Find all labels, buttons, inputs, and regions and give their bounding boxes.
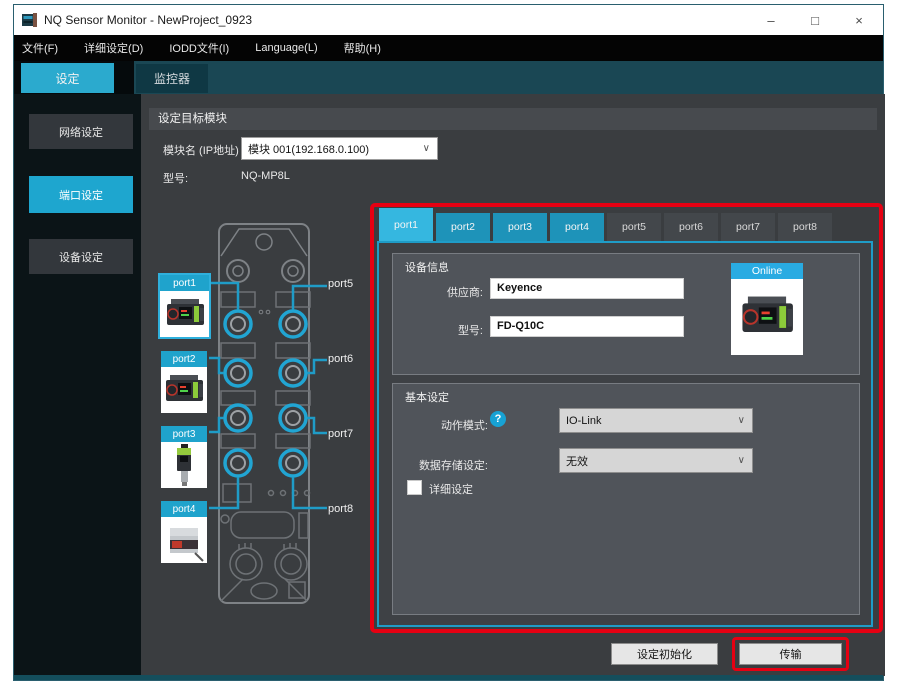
port-tab-2[interactable]: port2 [436,213,490,241]
data-storage-value: 无效 [566,453,588,469]
port4-device[interactable]: port4 [161,501,207,563]
port6-label: port6 [328,353,353,365]
port1-settings-page: 设备信息 供应商: Keyence 型号: FD-Q10C Online 基本设… [377,241,873,627]
menu-file[interactable]: 文件(F) [22,40,58,56]
module-select-value: 模块 001(192.168.0.100) [248,141,369,157]
menu-detail-settings[interactable]: 详细设定(D) [84,40,143,56]
window-controls: – □ × [749,5,881,35]
menu-bar: 文件(F) 详细设定(D) IODD文件(I) Language(L) 帮助(H… [14,35,883,61]
port1-badge: port1 [160,275,209,291]
module-model-label: 型号: [163,170,188,186]
module-select[interactable]: 模块 001(192.168.0.100) ∨ [241,137,438,160]
chevron-down-icon: ∨ [738,415,745,426]
port-tab-6[interactable]: port6 [664,213,718,241]
operation-mode-label: 动作模式: [403,417,488,433]
port2-device[interactable]: port2 [161,351,207,413]
menu-help[interactable]: 帮助(H) [344,40,381,56]
device-info-title: 设备信息 [405,259,449,275]
advanced-settings-label: 详细设定 [429,481,473,497]
basic-settings-panel: 基本设定 动作模式: ? IO-Link ∨ 数据存储设定: 无效 ∨ 详细设定 [392,383,860,615]
maximize-icon[interactable]: □ [793,5,837,35]
port4-device-image [161,517,207,563]
chevron-down-icon: ∨ [738,455,745,466]
module-model-value: NQ-MP8L [241,170,290,182]
port-tab-7[interactable]: port7 [721,213,775,241]
sidebar-item-device-settings[interactable]: 设备设定 [29,239,133,274]
close-icon[interactable]: × [837,5,881,35]
sidebar-item-network-settings[interactable]: 网络设定 [29,114,133,149]
init-settings-button[interactable]: 设定初始化 [611,643,718,665]
device-photo [731,279,803,355]
app-icon [22,12,38,28]
device-info-panel: 设备信息 供应商: Keyence 型号: FD-Q10C Online [392,253,860,375]
menu-language[interactable]: Language(L) [255,42,317,54]
minimize-icon[interactable]: – [749,5,793,35]
operation-mode-select[interactable]: IO-Link ∨ [559,408,753,433]
port-tab-5[interactable]: port5 [607,213,661,241]
online-status-badge: Online [731,263,803,279]
main-content: 设定目标模块 模块名 (IP地址) : 模块 001(192.168.0.100… [141,94,885,676]
window-bottom-border [14,675,883,680]
port3-device[interactable]: port3 [161,426,207,488]
tab-row-background [134,61,883,94]
port-tab-8[interactable]: port8 [778,213,832,241]
port7-label: port7 [328,428,353,440]
vendor-label: 供应商: [398,284,483,300]
port1-device-image [162,292,208,336]
operation-mode-value: IO-Link [566,415,601,427]
sidebar-item-port-settings[interactable]: 端口设定 [29,176,133,213]
chevron-down-icon: ∨ [423,143,430,154]
basic-settings-title: 基本设定 [405,389,449,405]
port1-thumbnail [160,291,209,337]
menu-iodd-file[interactable]: IODD文件(I) [169,40,229,56]
port3-thumbnail [161,442,207,488]
data-storage-select[interactable]: 无效 ∨ [559,448,753,473]
device-model-label: 型号: [398,322,483,338]
port1-device[interactable]: port1 [158,273,211,339]
port2-thumbnail [161,367,207,413]
port-tab-4[interactable]: port4 [550,213,604,241]
main-tab-row: 设定 监控器 [14,61,883,94]
app-window: NQ Sensor Monitor - NewProject_0923 – □ … [13,4,884,681]
port5-label: port5 [328,278,353,290]
vendor-input[interactable]: Keyence [490,278,684,299]
target-module-header: 设定目标模块 [149,108,877,130]
sidebar: 网络设定 端口设定 设备设定 [14,94,141,676]
module-name-label: 模块名 (IP地址) : [163,142,245,158]
help-icon[interactable]: ? [490,411,506,427]
tab-monitor[interactable]: 监控器 [136,64,208,93]
port4-badge: port4 [161,501,207,517]
device-photo-image [735,287,799,347]
port3-device-image [161,442,207,488]
port-tab-3[interactable]: port3 [493,213,547,241]
data-storage-label: 数据存储设定: [403,457,488,473]
tab-settings[interactable]: 设定 [21,63,114,93]
port3-badge: port3 [161,426,207,442]
device-model-input[interactable]: FD-Q10C [490,316,684,337]
title-bar: NQ Sensor Monitor - NewProject_0923 – □ … [14,5,883,35]
port2-device-image [161,368,207,412]
window-title: NQ Sensor Monitor - NewProject_0923 [44,13,252,27]
transfer-button[interactable]: 传输 [739,643,842,665]
port8-label: port8 [328,503,353,515]
advanced-settings-checkbox[interactable] [407,480,422,495]
port2-badge: port2 [161,351,207,367]
port4-thumbnail [161,517,207,563]
port-tab-1[interactable]: port1 [379,208,433,241]
